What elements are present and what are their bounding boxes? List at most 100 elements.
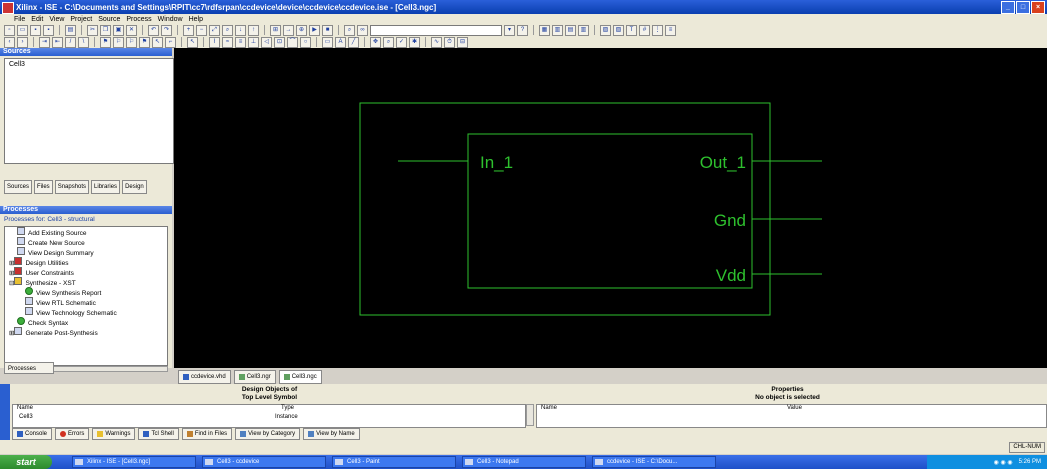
properties-grid[interactable]: Name Value bbox=[536, 404, 1047, 428]
menu-project[interactable]: Project bbox=[70, 16, 92, 23]
process-item[interactable]: Add Existing Source bbox=[7, 227, 167, 237]
process-item[interactable]: ⊞ User Constraints bbox=[7, 267, 167, 277]
hierarchy-icon[interactable]: ⊞ bbox=[270, 24, 281, 36]
taskbar-item[interactable]: Cell3 - Paint bbox=[332, 456, 456, 468]
mark-icon[interactable]: ✱ bbox=[409, 36, 420, 48]
taskbar-item[interactable]: ccdevice - ISE - C:\Docu... bbox=[592, 456, 716, 468]
help-icon[interactable]: ? bbox=[517, 24, 528, 36]
tab-design[interactable]: Design bbox=[122, 180, 147, 194]
delete-icon[interactable]: ✕ bbox=[126, 24, 137, 36]
check-schematic-icon[interactable]: ✓ bbox=[396, 36, 407, 48]
redo-icon[interactable]: ↷ bbox=[161, 24, 172, 36]
undo-icon[interactable]: ↶ bbox=[148, 24, 159, 36]
process-item[interactable]: View Design Summary bbox=[7, 247, 167, 257]
taskbar-item[interactable]: Xilinx - ISE - [Cell3.ngc] bbox=[72, 456, 196, 468]
tab-warnings[interactable]: Warnings bbox=[92, 428, 136, 440]
tab-errors[interactable]: Errors bbox=[55, 428, 90, 440]
add-rectangle-icon[interactable]: ▭ bbox=[322, 36, 333, 48]
tab-view-by-category[interactable]: View by Category bbox=[235, 428, 301, 440]
menu-view[interactable]: View bbox=[49, 16, 64, 23]
tab-view-by-name[interactable]: View by Name bbox=[303, 428, 360, 440]
project-nav-icon[interactable]: ▨ bbox=[600, 24, 611, 36]
process-item[interactable]: Check Syntax bbox=[7, 317, 167, 327]
process-item[interactable]: ⊞ Design Utilities bbox=[7, 257, 167, 267]
menu-window[interactable]: Window bbox=[158, 16, 183, 23]
object-row-name[interactable]: Cell3 bbox=[19, 414, 33, 420]
zoom-out-icon[interactable]: − bbox=[196, 24, 207, 36]
processes-tree[interactable]: Add Existing Source Create New Source Vi… bbox=[4, 226, 168, 366]
tray-icons[interactable]: ◉ ◉ ◉ bbox=[994, 459, 1013, 466]
tab-cell3-ngc[interactable]: Cell3.ngc bbox=[278, 370, 322, 384]
zoom-in-icon[interactable]: + bbox=[183, 24, 194, 36]
close-button[interactable]: × bbox=[1031, 1, 1045, 14]
copy-icon[interactable]: ❐ bbox=[100, 24, 111, 36]
route-icon[interactable]: ⌐ bbox=[165, 36, 176, 48]
pop-out-icon[interactable]: ↑ bbox=[248, 24, 259, 36]
tab-cell3-ngr[interactable]: Cell3.ngr bbox=[233, 370, 276, 384]
add-text-icon[interactable]: A bbox=[335, 36, 346, 48]
outdent-icon[interactable]: ⇤ bbox=[52, 36, 63, 48]
minimize-button[interactable]: _ bbox=[1001, 1, 1015, 14]
dropdown-arrow-icon[interactable]: ▾ bbox=[504, 24, 515, 36]
schematic-canvas[interactable]: In_1 Out_1 Gnd Vdd bbox=[174, 48, 1047, 368]
language-template-icon[interactable]: ▧ bbox=[613, 24, 624, 36]
menu-edit[interactable]: Edit bbox=[31, 16, 43, 23]
back-icon[interactable]: ‹ bbox=[4, 36, 15, 48]
rename-bus-icon[interactable]: ≡ bbox=[235, 36, 246, 48]
paste-icon[interactable]: ▣ bbox=[113, 24, 124, 36]
menu-process[interactable]: Process bbox=[126, 16, 151, 23]
process-item[interactable]: View RTL Schematic bbox=[7, 297, 167, 307]
bookmark-clear-icon[interactable]: ⚑ bbox=[139, 36, 150, 48]
add-symbol-icon[interactable]: ⊡ bbox=[274, 36, 285, 48]
goto-icon[interactable]: → bbox=[283, 24, 294, 36]
grid-icon[interactable]: # bbox=[639, 24, 650, 36]
comment-icon[interactable]: / bbox=[65, 36, 76, 48]
add-net-name-icon[interactable]: ≈ bbox=[222, 36, 233, 48]
tab-tcl-shell[interactable]: Tcl Shell bbox=[138, 428, 179, 440]
open-folder-icon[interactable]: ▭ bbox=[17, 24, 28, 36]
add-arc-icon[interactable]: ⌒ bbox=[287, 36, 298, 48]
window-horizontal-icon[interactable]: ▤ bbox=[565, 24, 576, 36]
text-icon[interactable]: T bbox=[626, 24, 637, 36]
tab-files[interactable]: Files bbox=[34, 180, 53, 194]
process-item[interactable]: ⊞ Generate Post-Synthesis bbox=[7, 327, 167, 337]
add-io-marker-icon[interactable]: ◁ bbox=[261, 36, 272, 48]
simulate-icon[interactable]: ∿ bbox=[431, 36, 442, 48]
forward-icon[interactable]: › bbox=[17, 36, 28, 48]
add-wire-icon[interactable]: ⌇ bbox=[209, 36, 220, 48]
sources-tree[interactable]: Cell3 bbox=[4, 58, 174, 164]
add-bus-tap-icon[interactable]: ⊥ bbox=[248, 36, 259, 48]
save-icon[interactable]: ▪ bbox=[30, 24, 41, 36]
process-item[interactable]: ⊟ Synthesize - XST bbox=[7, 277, 167, 287]
tab-find-in-files[interactable]: Find in Files bbox=[181, 428, 233, 440]
start-button[interactable]: start bbox=[0, 455, 52, 469]
source-item-cell3[interactable]: Cell3 bbox=[9, 61, 169, 68]
add-icon[interactable]: ⊕ bbox=[296, 24, 307, 36]
window-cascade-icon[interactable]: ▦ bbox=[539, 24, 550, 36]
tab-libraries[interactable]: Libraries bbox=[91, 180, 121, 194]
print-icon[interactable]: ▤ bbox=[65, 24, 76, 36]
indent-icon[interactable]: ⇥ bbox=[39, 36, 50, 48]
pan-icon[interactable]: ✥ bbox=[370, 36, 381, 48]
zoom-to-icon[interactable]: ⌕ bbox=[383, 36, 394, 48]
search-combo[interactable] bbox=[370, 24, 502, 36]
tab-sources[interactable]: Sources bbox=[4, 180, 33, 194]
arrange-icon[interactable]: ≡ bbox=[665, 24, 676, 36]
window-vertical-icon[interactable]: ▥ bbox=[578, 24, 589, 36]
stop-icon[interactable]: ■ bbox=[322, 24, 333, 36]
find-icon[interactable]: ⌕ bbox=[344, 24, 355, 36]
bookmark-icon[interactable]: ⚑ bbox=[100, 36, 111, 48]
design-objects-grid[interactable]: Name Type Cell3 Instance bbox=[12, 404, 526, 428]
zoom-area-icon[interactable]: ⌕ bbox=[222, 24, 233, 36]
process-item[interactable]: View Technology Schematic bbox=[7, 307, 167, 317]
bookmark-next-icon[interactable]: ⚐ bbox=[113, 36, 124, 48]
maximize-button[interactable]: □ bbox=[1016, 1, 1030, 14]
process-item[interactable]: View Synthesis Report bbox=[7, 287, 167, 297]
select-icon[interactable]: ↖ bbox=[152, 36, 163, 48]
new-file-icon[interactable]: ▫ bbox=[4, 24, 15, 36]
tab-console[interactable]: Console bbox=[12, 428, 53, 440]
menu-help[interactable]: Help bbox=[189, 16, 203, 23]
push-into-icon[interactable]: ↓ bbox=[235, 24, 246, 36]
design-objects-scrollbar[interactable] bbox=[526, 404, 534, 426]
run-icon[interactable]: ▶ bbox=[309, 24, 320, 36]
